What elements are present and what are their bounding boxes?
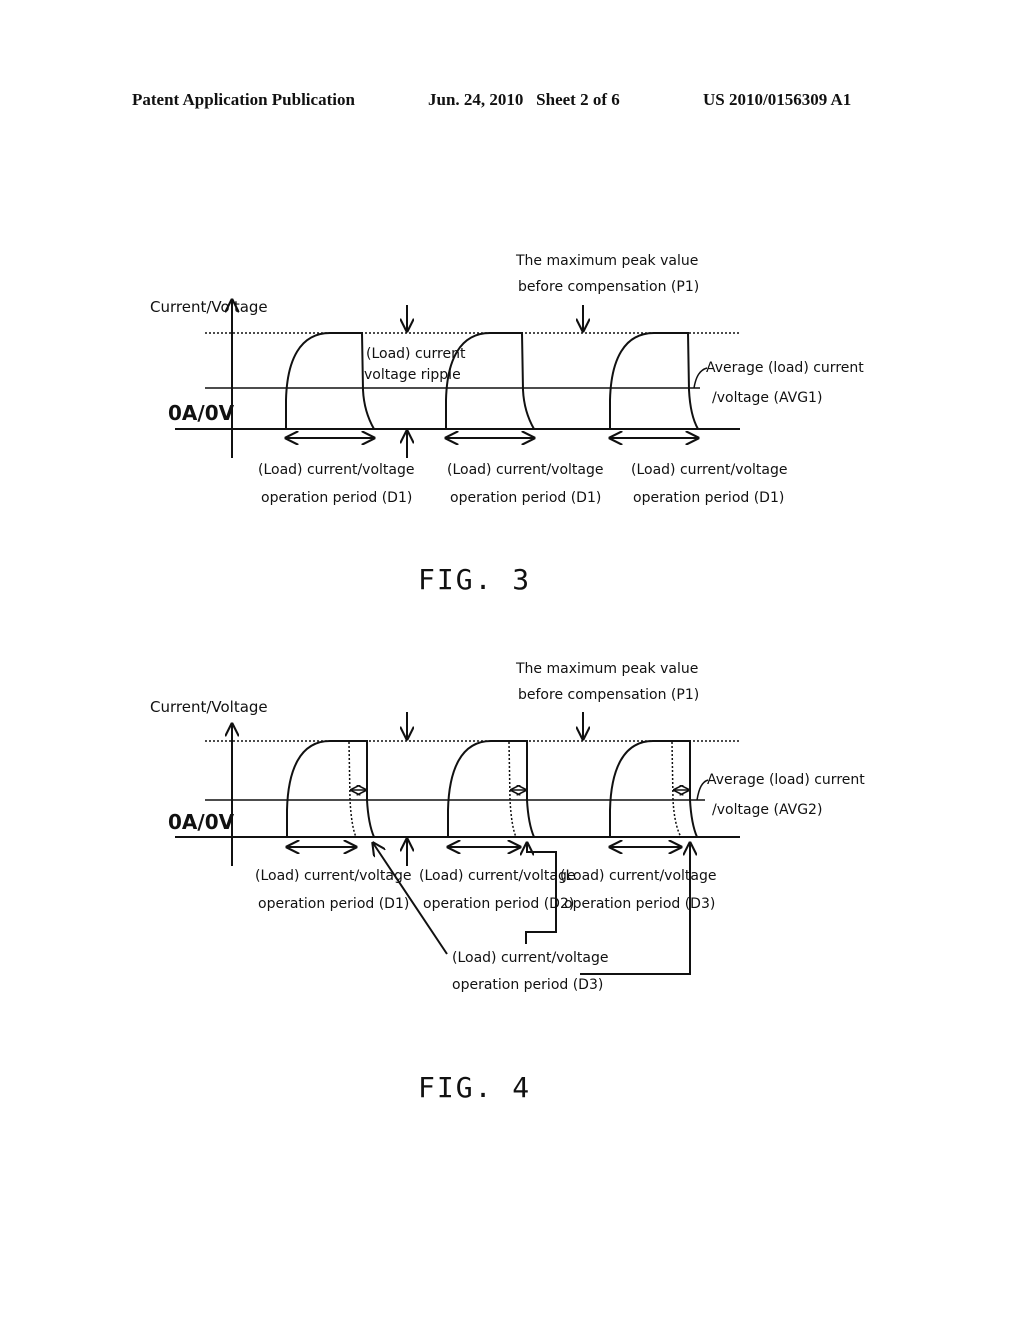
fig3-caption: FIG. 3: [418, 563, 531, 596]
fig4-period-1-line1: (Load) current/voltage: [255, 868, 412, 884]
figure-4: Current/Voltage 0A/0V The maximum peak v…: [150, 661, 865, 1104]
fig4-period-3-line2: operation period (D3): [564, 896, 715, 912]
fig4-y-axis-label: Current/Voltage: [150, 698, 268, 716]
fig3-period-1-line1: (Load) current/voltage: [258, 462, 415, 478]
fig3-avg-label-1: Average (load) current: [706, 360, 864, 376]
fig3-pulse-3: [609, 332, 699, 430]
fig4-pulse-1: [286, 740, 375, 838]
fig4-peak-label-2: before compensation (P1): [518, 687, 699, 703]
fig4-peak-label-1: The maximum peak value: [515, 661, 698, 677]
fig3-period-3-line1: (Load) current/voltage: [631, 462, 788, 478]
fig4-pulse-2: [447, 740, 535, 838]
fig3-ripple-label-1: (Load) current: [366, 346, 466, 362]
fig4-avg-label-1: Average (load) current: [707, 772, 865, 788]
figure-3: Current/Voltage 0A/0V (Load) current vol…: [150, 253, 864, 596]
fig3-period-2-line2: operation period (D1): [450, 490, 601, 506]
fig4-callout-leader-2: [526, 843, 557, 944]
fig4-pulse-3: [609, 740, 698, 838]
fig3-period-3-line2: operation period (D1): [633, 490, 784, 506]
fig4-period-3-line1: (Load) current/voltage: [560, 868, 717, 884]
fig3-pulse-1: [285, 332, 375, 430]
fig3-ripple-label-2: voltage ripple: [364, 367, 461, 383]
fig3-peak-label-2: before compensation (P1): [518, 279, 699, 295]
fig4-callout-line2: operation period (D3): [452, 977, 603, 993]
fig3-peak-label-1: The maximum peak value: [515, 253, 698, 269]
fig4-period-2-line2: operation period (D2): [423, 896, 574, 912]
fig4-zero-label: 0A/0V: [168, 810, 235, 834]
fig4-period-2-line1: (Load) current/voltage: [419, 868, 576, 884]
fig4-period-1-line2: operation period (D1): [258, 896, 409, 912]
fig3-zero-label: 0A/0V: [168, 401, 235, 425]
fig3-period-1-line2: operation period (D1): [261, 490, 412, 506]
fig4-caption: FIG. 4: [418, 1071, 531, 1104]
fig4-avg-label-2: /voltage (AVG2): [712, 802, 822, 818]
fig3-y-axis-label: Current/Voltage: [150, 298, 268, 316]
figures-canvas: Current/Voltage 0A/0V (Load) current vol…: [150, 253, 865, 1104]
fig3-period-2-line1: (Load) current/voltage: [447, 462, 604, 478]
fig4-callout-line1: (Load) current/voltage: [452, 950, 609, 966]
fig3-avg-label-2: /voltage (AVG1): [712, 390, 822, 406]
